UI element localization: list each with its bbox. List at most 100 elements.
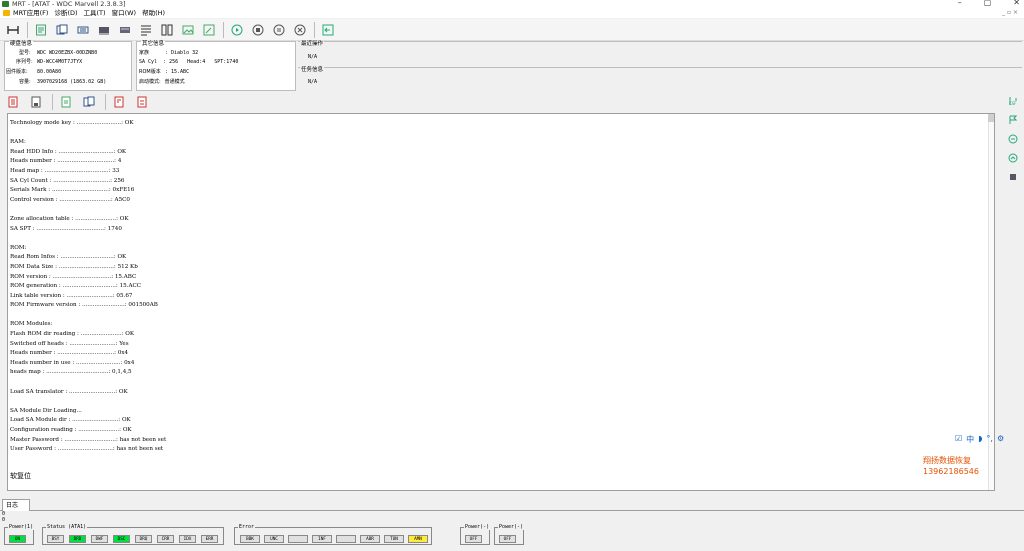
minimize-button[interactable]: – bbox=[958, 0, 962, 7]
log-line: Read Rom Infos : .......................… bbox=[10, 254, 127, 261]
drive-info-icon[interactable] bbox=[34, 23, 48, 37]
clear-log-icon[interactable] bbox=[6, 95, 20, 109]
log-area[interactable]: Technology mode key : ..................… bbox=[7, 113, 995, 491]
model-label: 型号: bbox=[19, 50, 31, 56]
toolbar-separator bbox=[223, 21, 224, 38]
report-icon[interactable] bbox=[112, 95, 126, 109]
sa-cyl-line: SA Cyl : 256 Head:4 SPT:1740 bbox=[139, 59, 239, 65]
model-value: WDC WD20EZBX-00DZNB0 bbox=[37, 50, 98, 56]
app-window: MRT - [ATAT - WDC Marvell 2.3.8.3] – ▢ ✕… bbox=[0, 0, 1024, 551]
power-b-title: Power(-) bbox=[498, 524, 525, 530]
error-title: Error bbox=[238, 524, 256, 530]
status-ata-group: Status (ATA1) BSY DRD DWF DSC DRQ CRR ID… bbox=[42, 524, 224, 545]
power-a-title: Power(-) bbox=[464, 524, 491, 530]
list-icon[interactable] bbox=[139, 23, 153, 37]
toolbar-separator bbox=[52, 94, 53, 110]
edit-icon[interactable] bbox=[202, 23, 216, 37]
ata-dsc: DSC bbox=[113, 535, 130, 543]
toolbar-separator bbox=[314, 21, 315, 38]
log-line: Heads number in use : ..................… bbox=[10, 359, 135, 366]
serial-label: 序列号: bbox=[16, 59, 33, 65]
toolbar-separator bbox=[105, 94, 106, 110]
copy-alt-icon[interactable] bbox=[76, 23, 90, 37]
connect-icon[interactable] bbox=[6, 23, 20, 37]
boot-label: 启动模式: bbox=[139, 79, 161, 85]
err-inf: INF bbox=[312, 535, 332, 543]
log-line: RAM: bbox=[10, 139, 26, 146]
ime-toggle-icon[interactable]: ☑ bbox=[955, 434, 962, 445]
watermark-text: 翔扬数据恢复 13962186546 bbox=[923, 455, 979, 477]
stop-icon[interactable] bbox=[251, 23, 265, 37]
task-info-title: 任务信息 bbox=[300, 67, 325, 74]
log-line: SA SPT : ...............................… bbox=[10, 225, 122, 232]
firmware-label: 固件版本: bbox=[6, 69, 28, 75]
other-info-panel: 其它信息 家族 : Diablo 32 SA Cyl : 256 Head:4 … bbox=[136, 41, 296, 91]
menu-diagnose[interactable]: 诊断(D) bbox=[54, 8, 77, 18]
power1-on-indicator[interactable]: ON bbox=[9, 535, 26, 543]
log-line: Link table version : ...................… bbox=[10, 292, 133, 299]
ata-crr: CRR bbox=[157, 535, 174, 543]
ime-moon-icon[interactable]: ◗ bbox=[978, 434, 982, 445]
close-button[interactable]: ✕ bbox=[1013, 0, 1020, 7]
log-line: SA Cyl Count : .........................… bbox=[10, 177, 125, 184]
err-bbk: BBK bbox=[240, 535, 260, 543]
ata-bsy: BSY bbox=[47, 535, 64, 543]
hdd-icon[interactable] bbox=[118, 23, 132, 37]
export-log-icon[interactable] bbox=[59, 95, 73, 109]
recent-ops-title: 最近操作 bbox=[300, 41, 325, 48]
ksf-icon[interactable]: KSF bbox=[1008, 96, 1018, 106]
log-line: Read HDD Info : ........................… bbox=[10, 148, 127, 155]
log-scroll-thumb[interactable] bbox=[988, 114, 994, 122]
window-title: MRT - [ATAT - WDC Marvell 2.3.8.3] bbox=[12, 0, 126, 8]
pause-icon[interactable] bbox=[272, 23, 286, 37]
image-icon[interactable] bbox=[181, 23, 195, 37]
power1-group: Power(1) ON bbox=[4, 524, 35, 545]
ata-drq: DRQ bbox=[135, 535, 152, 543]
disk-info-title: 硬盘信息 bbox=[9, 41, 34, 48]
menu-mrt-app[interactable]: MRT应用(F) bbox=[13, 8, 48, 18]
menu-window[interactable]: 窗口(W) bbox=[112, 8, 137, 18]
memory-icon[interactable] bbox=[97, 23, 111, 37]
maximize-button[interactable]: ▢ bbox=[984, 0, 992, 7]
play-icon[interactable] bbox=[230, 23, 244, 37]
menu-tools[interactable]: 工具(T) bbox=[84, 8, 106, 18]
mdi-controls[interactable]: _ ▫ × bbox=[1002, 8, 1018, 18]
power-b-off-indicator[interactable]: OFF bbox=[499, 535, 516, 543]
other-info-title: 其它信息 bbox=[141, 41, 166, 48]
chip-icon[interactable] bbox=[1008, 172, 1018, 182]
task-info-group: 任务信息 N/A bbox=[298, 67, 1022, 89]
tab-log[interactable]: 日志 bbox=[2, 499, 30, 511]
cancel-icon[interactable] bbox=[293, 23, 307, 37]
log-line: Head map : .............................… bbox=[10, 167, 120, 174]
log-line: Switched off heads : ...................… bbox=[10, 340, 129, 347]
copy-log-icon[interactable] bbox=[82, 95, 96, 109]
log-text: Technology mode key : ..................… bbox=[10, 119, 166, 455]
ime-punct-icon[interactable]: °, bbox=[986, 434, 993, 445]
power-a-off-indicator[interactable]: OFF bbox=[465, 535, 482, 543]
module-icon[interactable] bbox=[160, 23, 174, 37]
firmware-value: 80.00A80 bbox=[37, 69, 62, 75]
log-line: ROM generation : .......................… bbox=[10, 283, 142, 290]
main-toolbar bbox=[0, 19, 1024, 41]
menu-help[interactable]: 帮助(H) bbox=[142, 8, 165, 18]
error-group: Error BBK UNC INF ABR TON AMN bbox=[234, 524, 432, 545]
report-alt-icon[interactable] bbox=[135, 95, 149, 109]
refresh-icon[interactable] bbox=[1008, 134, 1018, 144]
log-line: heads map : ............................… bbox=[10, 369, 132, 376]
flag-icon[interactable] bbox=[1008, 115, 1018, 125]
ime-settings-icon[interactable]: ⚙ bbox=[997, 434, 1004, 445]
rom-label: ROM版本 bbox=[139, 69, 161, 75]
status-ata-title: Status (ATA1) bbox=[46, 524, 88, 530]
up-icon[interactable] bbox=[1008, 153, 1018, 163]
err-abr: ABR bbox=[360, 535, 380, 543]
rom-value: : 15.ABC bbox=[165, 69, 190, 75]
save-log-icon[interactable] bbox=[29, 95, 43, 109]
copy-icon[interactable] bbox=[55, 23, 69, 37]
exit-icon[interactable] bbox=[321, 23, 335, 37]
status-bar: Power(1) ON Status (ATA1) BSY DRD DWF DS… bbox=[0, 524, 1024, 548]
ata-dwf: DWF bbox=[91, 535, 108, 543]
ime-chinese-label[interactable]: 中 bbox=[966, 434, 974, 445]
power1-title: Power(1) bbox=[8, 524, 35, 530]
log-line: Control version : ......................… bbox=[10, 196, 130, 203]
